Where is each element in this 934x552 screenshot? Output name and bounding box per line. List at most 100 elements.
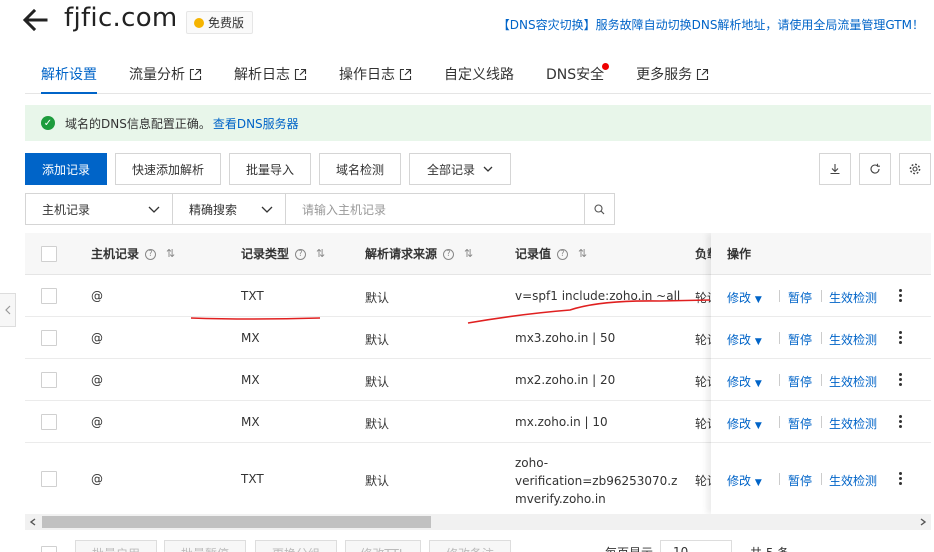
help-icon[interactable]: ? xyxy=(295,248,307,260)
quick-add-button[interactable]: 快速添加解析 xyxy=(115,153,221,185)
help-icon[interactable]: ? xyxy=(145,248,157,260)
modify-label: 修改 xyxy=(727,417,752,431)
cell-type: TXT xyxy=(241,472,264,486)
pause-link[interactable]: 暂停 xyxy=(788,289,812,306)
row-checkbox[interactable] xyxy=(41,372,57,388)
chevron-left-icon xyxy=(4,305,10,315)
check-link[interactable]: 生效检测 xyxy=(829,373,877,390)
tab-label: 解析设置 xyxy=(41,66,97,83)
all-records-label: 全部记录 xyxy=(426,162,475,177)
check-link[interactable]: 生效检测 xyxy=(829,415,877,432)
tab-resolve-settings[interactable]: 解析设置 xyxy=(25,56,113,94)
col-type[interactable]: 记录类型? ⇅ xyxy=(241,233,325,275)
cell-host: @ xyxy=(91,331,103,345)
tab-traffic-analysis[interactable]: 流量分析 xyxy=(113,56,218,93)
modify-label: 修改 xyxy=(727,474,752,488)
more-vertical-icon[interactable] xyxy=(899,289,903,304)
plan-label: 免费版 xyxy=(208,16,245,30)
caret-down-icon: ▼ xyxy=(754,379,762,389)
search-field-select[interactable]: 主机记录 xyxy=(25,193,173,225)
bottom-select-all-checkbox[interactable] xyxy=(41,546,57,552)
scroll-left-icon[interactable] xyxy=(25,514,41,530)
row-checkbox[interactable] xyxy=(41,414,57,430)
pause-link[interactable]: 暂停 xyxy=(788,472,812,489)
scroll-right-icon[interactable] xyxy=(915,514,931,530)
pause-link[interactable]: 暂停 xyxy=(788,415,812,432)
more-vertical-icon[interactable] xyxy=(899,472,903,487)
sort-icon[interactable]: ⇅ xyxy=(578,233,587,275)
sort-icon[interactable]: ⇅ xyxy=(464,233,473,275)
divider xyxy=(779,290,780,302)
sort-icon[interactable]: ⇅ xyxy=(316,233,325,275)
pause-link[interactable]: 暂停 xyxy=(788,331,812,348)
check-link[interactable]: 生效检测 xyxy=(829,472,877,489)
row-checkbox[interactable] xyxy=(41,471,57,487)
crown-icon xyxy=(194,17,204,28)
modify-ttl-button[interactable]: 修改TTL xyxy=(345,540,421,552)
row-checkbox[interactable] xyxy=(41,330,57,346)
batch-enable-button[interactable]: 批量启用 xyxy=(75,540,157,552)
check-circle-icon: ✓ xyxy=(41,116,55,130)
modify-dropdown[interactable]: 修改 ▼ xyxy=(727,331,762,348)
select-all-checkbox[interactable] xyxy=(41,246,57,262)
modify-remark-button[interactable]: 修改备注 xyxy=(429,540,511,552)
cell-host: @ xyxy=(91,472,103,486)
search-button[interactable] xyxy=(584,193,615,225)
tab-label: 流量分析 xyxy=(129,66,185,83)
chevron-down-icon xyxy=(148,206,160,213)
check-link[interactable]: 生效检测 xyxy=(829,331,877,348)
tab-operation-log[interactable]: 操作日志 xyxy=(323,56,428,93)
sidebar-toggle[interactable] xyxy=(0,293,16,327)
back-arrow-icon[interactable] xyxy=(20,6,50,34)
view-dns-servers-link[interactable]: 查看DNS服务器 xyxy=(213,115,299,132)
divider xyxy=(821,416,822,428)
more-vertical-icon[interactable] xyxy=(899,373,903,388)
search-field-value: 主机记录 xyxy=(42,202,91,217)
ops-header: 操作 xyxy=(711,233,931,275)
help-icon[interactable]: ? xyxy=(557,248,569,260)
tab-label: 更多服务 xyxy=(636,66,693,83)
cell-type: MX xyxy=(241,373,260,387)
col-value[interactable]: 记录值? ⇅ xyxy=(515,233,587,275)
search-mode-select[interactable]: 精确搜索 xyxy=(172,193,286,225)
sort-icon[interactable]: ⇅ xyxy=(166,233,175,275)
gtm-notice-link[interactable]: 【DNS容灾切换】服务故障自动切换DNS解析地址，请使用全局流量管理GTM！ xyxy=(498,16,924,33)
more-vertical-icon[interactable] xyxy=(899,415,903,430)
batch-import-button[interactable]: 批量导入 xyxy=(229,153,311,185)
all-records-dropdown[interactable]: 全部记录 xyxy=(409,153,511,185)
change-group-button[interactable]: 更换分组 xyxy=(255,540,337,552)
ops-row: 修改 ▼ 暂停 生效检测 xyxy=(711,401,931,443)
check-link[interactable]: 生效检测 xyxy=(829,289,877,306)
domain-check-button[interactable]: 域名检测 xyxy=(319,153,401,185)
new-dot-icon xyxy=(602,63,610,70)
refresh-button[interactable] xyxy=(859,153,891,185)
horizontal-scrollbar[interactable] xyxy=(25,514,931,530)
divider xyxy=(779,332,780,344)
modify-dropdown[interactable]: 修改 ▼ xyxy=(727,472,762,489)
tab-dns-security[interactable]: DNS安全 xyxy=(530,56,620,93)
tab-more-services[interactable]: 更多服务 xyxy=(620,56,725,93)
tab-bar: 解析设置 流量分析 解析日志 操作日志 自定义线路 DNS安全 更多服务 xyxy=(25,56,931,94)
col-host[interactable]: 主机记录? ⇅ xyxy=(91,233,175,275)
modify-dropdown[interactable]: 修改 ▼ xyxy=(727,289,762,306)
records-table: 主机记录? ⇅ 记录类型? ⇅ 解析请求来源? ⇅ 记录值? ⇅ 负载 @ TXT 默认… xyxy=(25,233,931,514)
col-source[interactable]: 解析请求来源? ⇅ xyxy=(365,233,473,275)
add-record-button[interactable]: 添加记录 xyxy=(25,153,107,185)
tab-resolve-log[interactable]: 解析日志 xyxy=(218,56,323,93)
page-size-select[interactable]: 10 xyxy=(660,540,732,552)
modify-dropdown[interactable]: 修改 ▼ xyxy=(727,373,762,390)
pause-link[interactable]: 暂停 xyxy=(788,373,812,390)
search-input[interactable]: 请输入主机记录 xyxy=(285,193,585,225)
export-button[interactable] xyxy=(819,153,851,185)
cell-type: TXT xyxy=(241,289,264,303)
row-checkbox[interactable] xyxy=(41,288,57,304)
help-icon[interactable]: ? xyxy=(443,248,455,260)
cell-value: mx3.zoho.in | 50 xyxy=(515,331,616,345)
more-vertical-icon[interactable] xyxy=(899,331,903,346)
settings-button[interactable] xyxy=(899,153,931,185)
scrollbar-thumb[interactable] xyxy=(42,516,431,528)
batch-pause-button[interactable]: 批量暂停 xyxy=(164,540,246,552)
modify-dropdown[interactable]: 修改 ▼ xyxy=(727,415,762,432)
divider xyxy=(821,473,822,485)
tab-custom-lines[interactable]: 自定义线路 xyxy=(428,56,530,93)
